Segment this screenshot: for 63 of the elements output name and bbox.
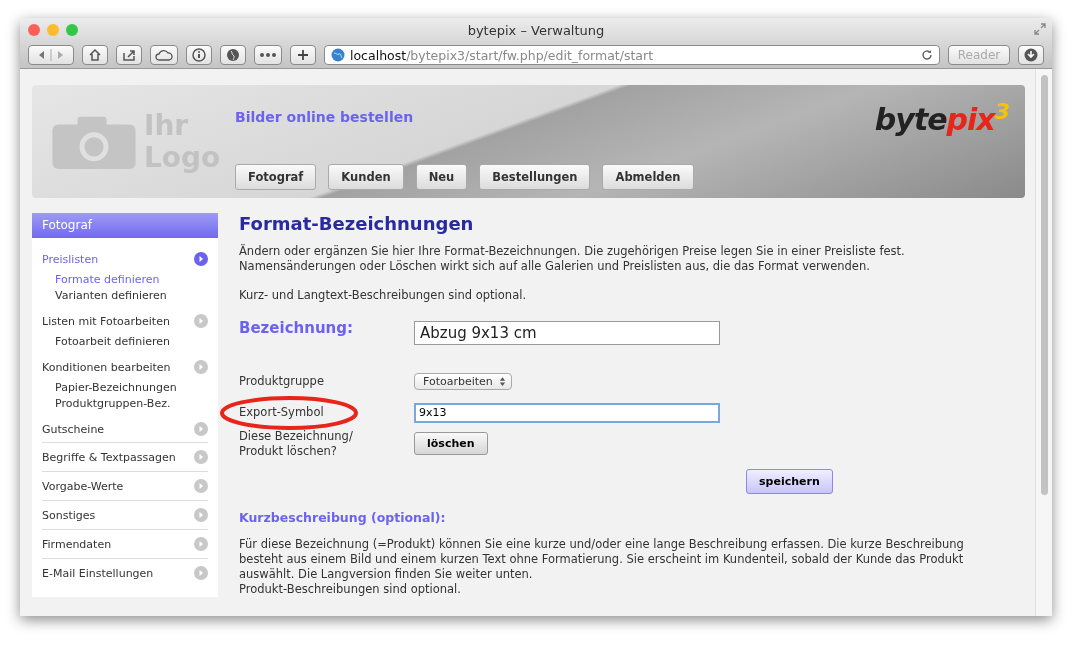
sidebar-subitem[interactable]: Varianten definieren: [55, 288, 208, 304]
sidebar-item[interactable]: E-Mail Einstellungen: [42, 566, 154, 580]
house-icon: [88, 48, 102, 62]
nav-button[interactable]: Bestellungen: [479, 164, 591, 190]
window-title: bytepix – Verwaltung: [467, 22, 605, 38]
sidebar-item[interactable]: Begriffe & Textpassagen: [42, 450, 176, 464]
sidebar-item[interactable]: Konditionen bearbeiten: [42, 360, 171, 374]
sidebar-subitem[interactable]: Fotoarbeit definieren: [55, 334, 208, 350]
intro-text: Kurz- und Langtext-Beschreibungen sind optional.: [239, 288, 528, 303]
nav-button[interactable]: Neu: [415, 164, 468, 190]
sidebar-title: Fotograf: [32, 213, 218, 238]
nav-button[interactable]: Kunden: [328, 164, 404, 190]
globe-icon: [331, 48, 345, 62]
sidebar-item[interactable]: Listen mit Fotoarbeiten: [42, 314, 170, 328]
close-icon[interactable]: [28, 24, 40, 36]
sidebar-item[interactable]: Firmendaten: [42, 537, 112, 551]
sidebar-item[interactable]: Vorgabe-Werte: [42, 479, 124, 493]
share-icon: [122, 48, 136, 62]
save-button[interactable]: speichern: [746, 469, 833, 494]
address-field[interactable]: localhost/bytepix3/start/fw.php/edit_format/start: [324, 45, 940, 65]
new-tab-button[interactable]: [290, 45, 316, 65]
back-forward-button[interactable]: [28, 45, 74, 65]
globe-icon: [226, 48, 240, 62]
delete-button[interactable]: löschen: [414, 432, 488, 455]
sidebar-item[interactable]: Preislisten: [42, 252, 99, 266]
sidebar-subitem[interactable]: Formate definieren: [55, 272, 208, 288]
field-label: Diese Bezeichnung/ Produkt löschen?: [239, 428, 353, 458]
nav-button[interactable]: Fotograf: [235, 164, 317, 190]
share-button[interactable]: [116, 45, 142, 65]
info-button[interactable]: [186, 45, 212, 65]
sidebar-item[interactable]: Gutscheine: [42, 422, 105, 436]
field-label: Produktgruppe: [239, 374, 324, 388]
globe-button[interactable]: [220, 45, 246, 65]
download-icon: [1024, 48, 1038, 62]
fullscreen-icon[interactable]: [1034, 23, 1046, 35]
cloud-button[interactable]: [150, 45, 178, 65]
sidebar-item[interactable]: Sonstiges: [42, 508, 96, 522]
nav-button[interactable]: Abmelden: [602, 164, 694, 190]
downloads-button[interactable]: [1018, 45, 1044, 65]
plus-icon: [297, 49, 309, 61]
export-symbol-field[interactable]: 9x13: [414, 402, 720, 423]
info-icon: [192, 48, 206, 62]
reload-icon[interactable]: [921, 49, 933, 61]
tagline: Bilder online bestellen: [235, 109, 415, 125]
dots-icon: [259, 52, 277, 58]
stepper-icon: [498, 376, 506, 387]
zoom-icon[interactable]: [66, 24, 78, 36]
scrollbar-thumb[interactable]: [1040, 75, 1048, 495]
section-text: Für diese Bezeichnung (=Produkt) können Sie eine kurze und/oder eine lange Beschreibung erfassen. Die kurze Beschreibung besteht aus einem Bild und einem kurzen Text ohne Formatierung. Sie erscheint im Kundenteil, sobald der Kunde das Produkt auswählt. Die Langversion finden Sie weiter unten.: [239, 537, 965, 582]
product-group-select[interactable]: Fotoarbeiten: [414, 373, 512, 390]
page-title: Format-Bezeichnungen: [239, 213, 475, 234]
cloud-icon: [155, 49, 173, 61]
intro-text: Ändern oder ergänzen Sie hier Ihre Format-Bezeichnungen. Die zugehörigen Preise legen Sie in einer Preisliste fest. Namensänderungen oder Löschen wirkt sich auf alle Galerien und Preislisten aus, die das Format verwenden.: [239, 244, 906, 274]
name-field[interactable]: Abzug 9x13 cm: [414, 320, 720, 345]
section-title: Kurzbeschreibung (optional):: [239, 510, 447, 525]
section-text: Produkt-Beschreibungen sind optional.: [239, 582, 462, 597]
home-button[interactable]: [82, 45, 108, 65]
field-label: Bezeichnung:: [239, 319, 354, 337]
sidebar-subitem[interactable]: Produktgruppen-Bez.: [55, 396, 208, 412]
more-button[interactable]: [254, 45, 282, 65]
brand-logo: bytepix$^{3}$: [874, 99, 1009, 137]
field-label: Export-Symbol: [239, 405, 324, 419]
sidebar-subitem[interactable]: Papier-Bezeichnungen: [55, 380, 208, 396]
